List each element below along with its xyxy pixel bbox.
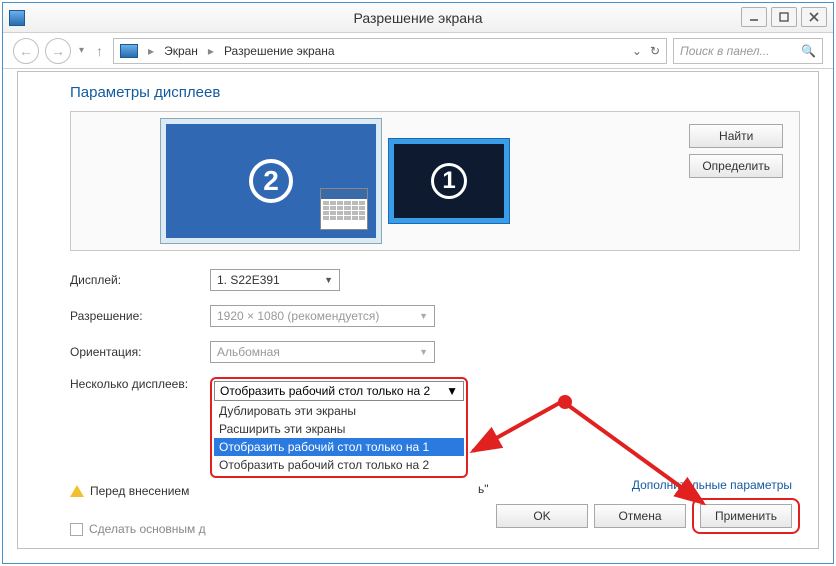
- display-1-number: 1: [431, 163, 467, 199]
- search-icon: 🔍: [801, 44, 816, 58]
- resolution-label: Разрешение:: [70, 309, 210, 323]
- make-primary-checkbox[interactable]: [70, 523, 83, 536]
- calendar-icon: [320, 188, 368, 230]
- content-area: Параметры дисплеев 2 1: [3, 69, 833, 563]
- window-frame: Разрешение экрана ← → ▾ ↑ ▸ Экран ▸ Разр…: [2, 2, 834, 564]
- chevron-down-icon: ▼: [446, 384, 458, 398]
- maximize-button[interactable]: [771, 7, 797, 27]
- ok-button[interactable]: OK: [496, 504, 588, 528]
- nav-forward-button[interactable]: →: [45, 38, 71, 64]
- orientation-label: Ориентация:: [70, 345, 210, 359]
- search-placeholder: Поиск в панел...: [680, 44, 770, 58]
- display-label: Дисплей:: [70, 273, 210, 287]
- apply-highlight-annotation: Применить: [692, 498, 800, 534]
- close-button[interactable]: [801, 7, 827, 27]
- orientation-select[interactable]: Альбомная ▼: [210, 341, 435, 363]
- multi-option-extend[interactable]: Расширить эти экраны: [214, 420, 464, 438]
- annotation-dot: [558, 395, 572, 409]
- address-bar[interactable]: ▸ Экран ▸ Разрешение экрана ⌄ ↻: [113, 38, 667, 64]
- warning-tail: ь": [478, 482, 489, 496]
- orientation-value: Альбомная: [217, 345, 280, 359]
- nav-back-button[interactable]: ←: [13, 38, 39, 64]
- multi-display-label: Несколько дисплеев:: [70, 377, 210, 391]
- warning-text: Перед внесением: [90, 484, 189, 498]
- window-title: Разрешение экрана: [353, 10, 482, 26]
- footer-buttons: OK Отмена Применить: [496, 498, 800, 534]
- chevron-right-icon: ▸: [144, 44, 158, 58]
- advanced-settings-link[interactable]: Дополнительные параметры: [632, 478, 792, 492]
- nav-history-chevron-icon[interactable]: ▾: [79, 45, 84, 56]
- section-title: Параметры дисплеев: [70, 84, 800, 101]
- nav-up-button[interactable]: ↑: [96, 43, 103, 59]
- display-preview: 2 1 Найти Определить: [70, 111, 800, 251]
- warning-icon: [70, 485, 84, 497]
- toolbar: ← → ▾ ↑ ▸ Экран ▸ Разрешение экрана ⌄ ↻ …: [3, 33, 833, 69]
- resolution-select[interactable]: 1920 × 1080 (рекомендуется) ▼: [210, 305, 435, 327]
- refresh-icon[interactable]: ↻: [650, 44, 660, 58]
- chevron-right-icon: ▸: [204, 44, 218, 58]
- multi-option-only1[interactable]: Отобразить рабочий стол только на 1: [214, 438, 464, 456]
- titlebar: Разрешение экрана: [3, 3, 833, 33]
- chevron-down-icon: ▼: [419, 347, 428, 357]
- display-2-number: 2: [249, 159, 293, 203]
- chevron-down-icon[interactable]: ⌄: [632, 44, 642, 58]
- breadcrumb-resolution[interactable]: Разрешение экрана: [224, 44, 335, 58]
- display-1-thumb[interactable]: 1: [389, 139, 509, 223]
- app-icon: [9, 10, 25, 26]
- make-primary-label: Сделать основным д: [89, 522, 206, 536]
- breadcrumb-screen[interactable]: Экран: [164, 44, 198, 58]
- minimize-button[interactable]: [741, 7, 767, 27]
- identify-button[interactable]: Определить: [689, 154, 783, 178]
- multi-display-select[interactable]: Отобразить рабочий стол только на 2 ▼ Ду…: [210, 377, 468, 478]
- chevron-down-icon: ▼: [324, 275, 333, 285]
- display-select[interactable]: 1. S22E391 ▼: [210, 269, 340, 291]
- display-icon: [120, 44, 138, 58]
- multi-option-duplicate[interactable]: Дублировать эти экраны: [214, 402, 464, 420]
- cancel-button[interactable]: Отмена: [594, 504, 686, 528]
- apply-button[interactable]: Применить: [700, 504, 792, 528]
- search-input[interactable]: Поиск в панел... 🔍: [673, 38, 823, 64]
- chevron-down-icon: ▼: [419, 311, 428, 321]
- find-button[interactable]: Найти: [689, 124, 783, 148]
- multi-display-value: Отобразить рабочий стол только на 2: [220, 384, 430, 398]
- window-controls: [741, 7, 827, 27]
- content-panel: Параметры дисплеев 2 1: [17, 71, 819, 549]
- display-2-thumb[interactable]: 2: [161, 119, 381, 243]
- display-value: 1. S22E391: [217, 273, 280, 287]
- resolution-value: 1920 × 1080 (рекомендуется): [217, 309, 379, 323]
- multi-option-only2[interactable]: Отобразить рабочий стол только на 2: [214, 456, 464, 474]
